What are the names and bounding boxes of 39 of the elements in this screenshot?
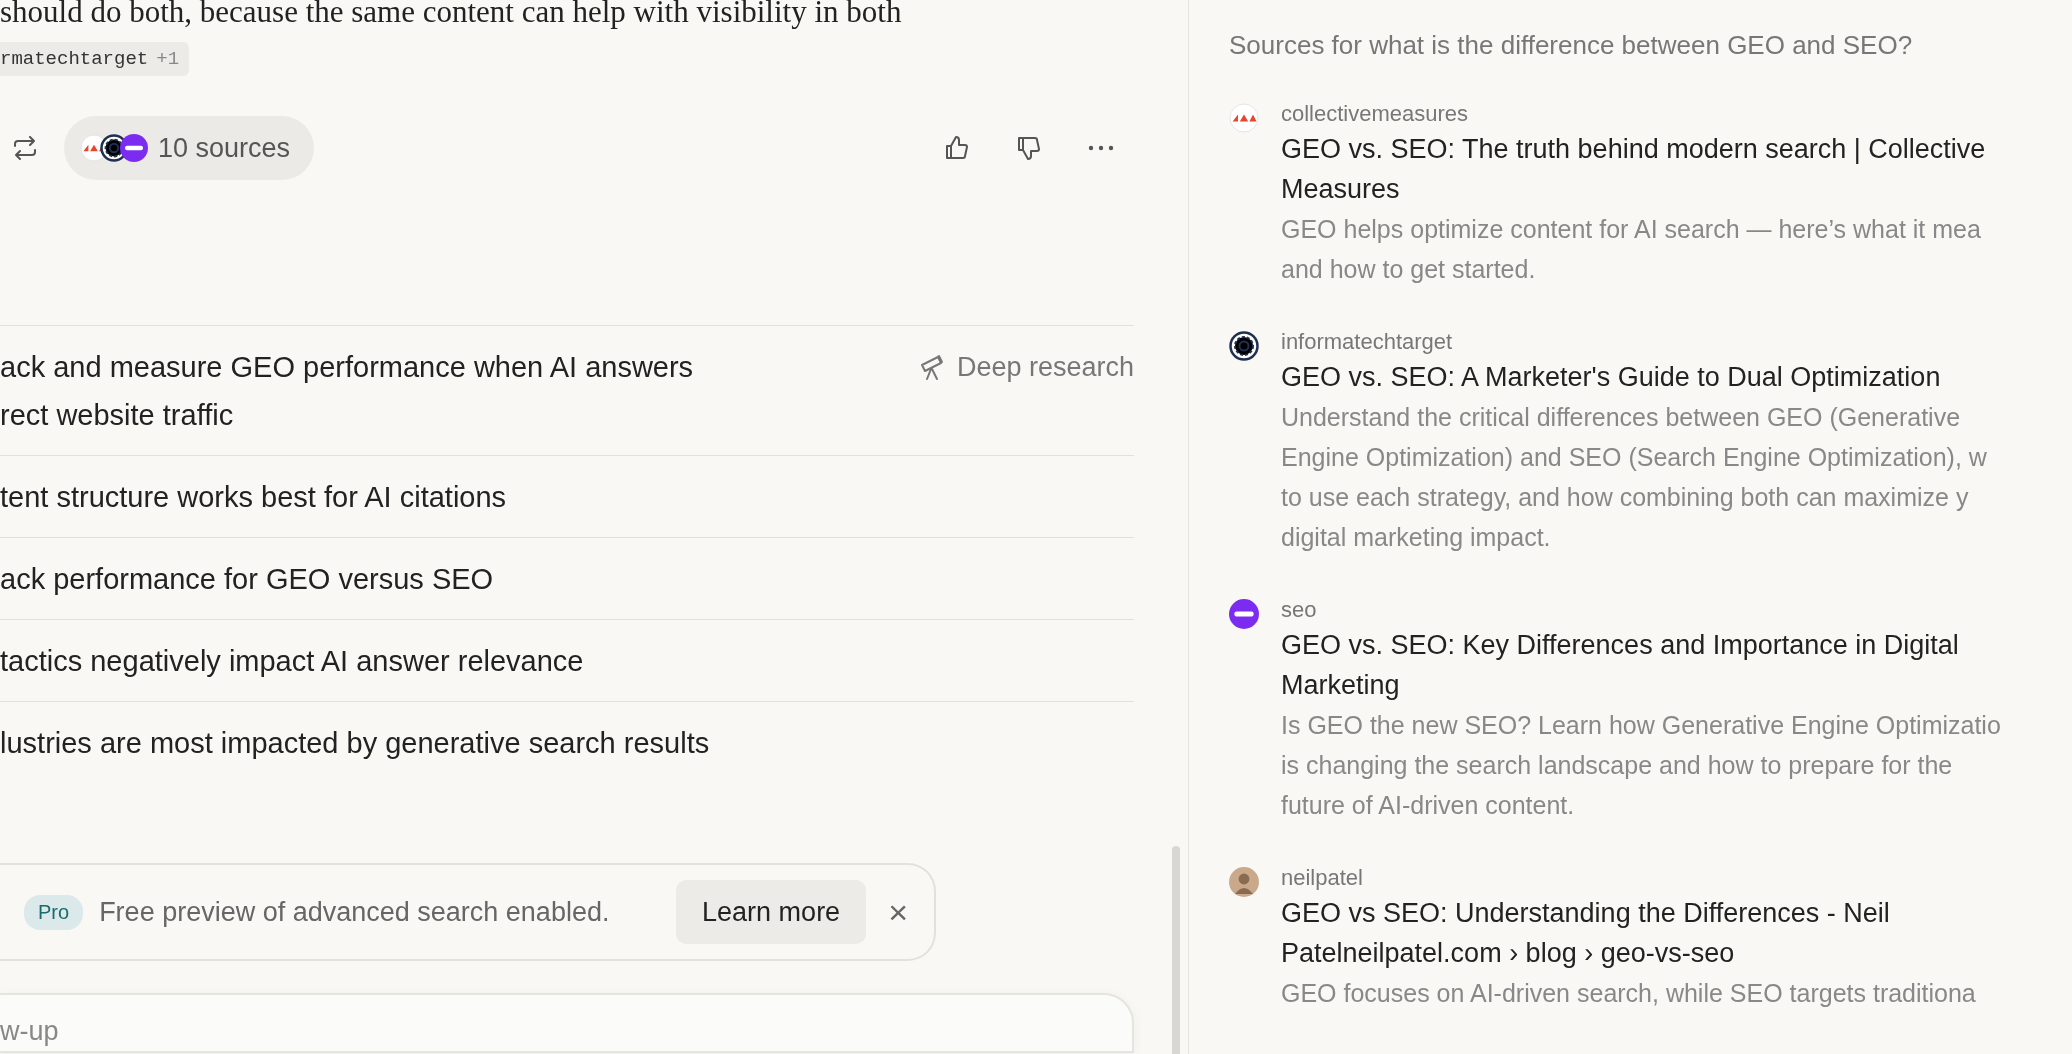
close-button[interactable]: ×	[882, 892, 914, 932]
source-title-link[interactable]: GEO vs. SEO: Key Differences and Importance in Digital Marketing	[1281, 625, 2001, 705]
answer-text: should do both, because the same content can help with visibility in both	[0, 0, 903, 30]
rings-logo-icon[interactable]	[1229, 331, 1259, 361]
source-description: GEO focuses on AI-driven search, while SEO targets traditiona	[1281, 978, 1976, 1009]
pro-badge: Pro	[24, 894, 84, 930]
related-question[interactable]: tactics negatively impact AI answer relevance	[0, 637, 584, 685]
more-icon[interactable]	[1088, 145, 1114, 151]
related-question[interactable]: tent structure works best for AI citations	[0, 473, 507, 521]
source-description: GEO helps optimize content for AI search — here’s what it mea and how to get started.	[1281, 214, 1982, 285]
source-domain: informatechtarget	[1281, 328, 1454, 356]
avatar-icon[interactable]	[1229, 867, 1259, 897]
source-domain: seo	[1281, 596, 1318, 624]
source-title-link[interactable]: GEO vs SEO: Understanding the Differences - Neil Patelneilpatel.com › blog › geo-vs-seo	[1281, 893, 1976, 973]
follow-up-input[interactable]: w-up	[0, 1016, 1132, 1051]
source-title-link[interactable]: GEO vs. SEO: A Marketer's Guide to Dual Optimization	[1281, 357, 1987, 397]
related-question[interactable]: lustries are most impacted by generative search results	[0, 719, 710, 767]
related-question[interactable]: ack and measure GEO performance when AI answers	[0, 343, 694, 391]
triangles-logo-icon[interactable]	[1229, 103, 1259, 133]
citation-chip[interactable]: rmatechtarget +1	[0, 42, 190, 76]
learn-more-button[interactable]: Learn more	[676, 880, 867, 944]
citation-count: +1	[156, 48, 180, 70]
citation-source: rmatechtarget	[0, 48, 149, 70]
repeat-icon[interactable]	[12, 136, 38, 160]
sources-button[interactable]: 10 sources	[64, 116, 315, 180]
deep-research-button[interactable]: Deep research	[918, 343, 1134, 391]
source-domain: collectivemeasures	[1281, 100, 1470, 128]
related-question[interactable]: rect website traffic	[0, 391, 694, 439]
source-title-link[interactable]: GEO vs. SEO: The truth behind modern search | Collective Measures	[1281, 129, 1986, 209]
source-description: Is GEO the new SEO? Learn how Generative Engine Optimizatio is changing the search landscape and how to prepare for the future of AI-driven content.	[1281, 710, 2001, 821]
thumbs-down-icon[interactable]	[1016, 135, 1042, 161]
source-domain: neilpatel	[1281, 864, 1364, 892]
source-description: Understand the critical differences between GEO (Generative Engine Optimization) and SEO (Search Engine Optimization), w to use each strategy, and how combining both can maximize y digital marketing impact.	[1281, 402, 1987, 553]
scrollbar[interactable]	[1172, 846, 1180, 1054]
related-question[interactable]: ack performance for GEO versus SEO	[0, 555, 494, 603]
follow-up-field[interactable]: w-up	[0, 993, 1134, 1053]
banner-text: Free preview of advanced search enabled.	[99, 896, 611, 928]
sources-heading: Sources for what is the difference between GEO and SEO?	[1229, 30, 1914, 61]
thumbs-up-icon[interactable]	[944, 135, 970, 161]
